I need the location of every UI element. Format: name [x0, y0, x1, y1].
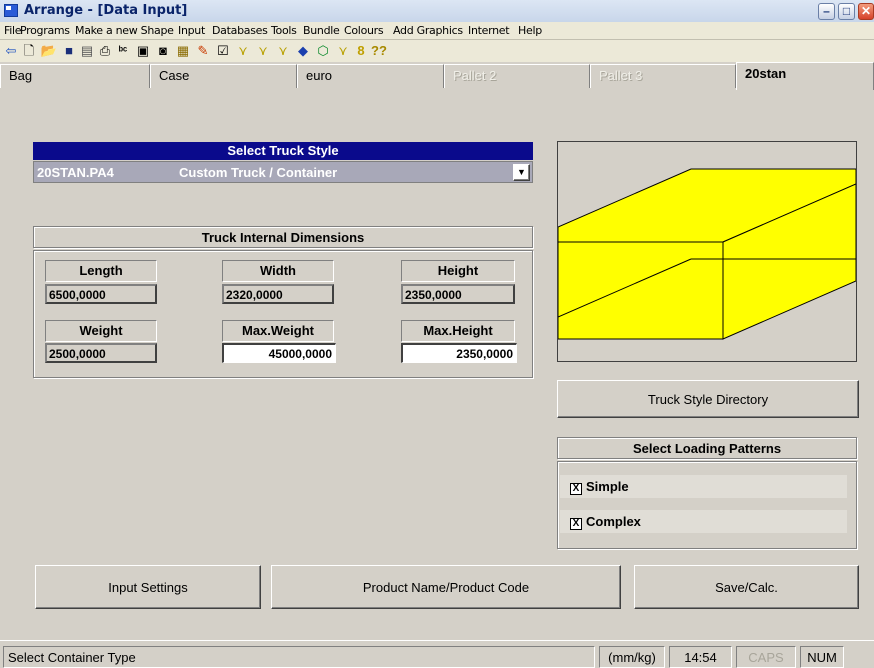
truck-load-icon[interactable]: ⋎ — [234, 42, 252, 60]
help-icon[interactable]: ?? — [370, 42, 388, 60]
close-button[interactable]: ✕ — [858, 3, 874, 20]
status-units: (mm/kg) — [599, 646, 665, 668]
dimensions-header: Truck Internal Dimensions — [33, 226, 533, 248]
product-name-button[interactable]: Product Name/Product Code — [271, 565, 621, 609]
menu-bundle[interactable]: Bundle — [303, 24, 340, 37]
menu-add-graphics[interactable]: Add Graphics — [393, 24, 463, 37]
window-title: Arrange - [Data Input] — [24, 3, 188, 18]
loading-patterns-header: Select Loading Patterns — [557, 437, 857, 459]
simple-checkbox[interactable]: X — [570, 483, 582, 495]
menu-internet[interactable]: Internet — [468, 24, 510, 37]
width-label: Width — [222, 260, 334, 282]
truck-settings-icon[interactable]: ⋎ — [274, 42, 292, 60]
tab-case-label: Case — [159, 68, 190, 83]
height-label: Height — [401, 260, 515, 282]
menu-programs[interactable]: Programs — [20, 24, 70, 37]
max-weight-input[interactable]: 45000,0000 — [222, 343, 336, 363]
graphics-icon[interactable]: ✎ — [194, 42, 212, 60]
back-icon[interactable]: ⇦ — [2, 42, 20, 60]
truck-style-header: Select Truck Style — [33, 142, 533, 160]
title-bar: Arrange - [Data Input] – □ ✕ — [0, 0, 874, 22]
tab-pallet-2-label: Pallet 2 — [453, 68, 497, 83]
tab-bag-label: Bag — [9, 68, 33, 83]
status-message: Select Container Type — [3, 646, 595, 668]
simple-pattern-option[interactable]: X Simple — [560, 475, 847, 498]
book-icon[interactable]: ◆ — [294, 42, 312, 60]
tab-pallet-3-label: Pallet 3 — [599, 68, 643, 83]
status-caps: CAPS — [736, 646, 796, 668]
new-icon[interactable]: 🗋 — [20, 42, 38, 60]
menu-help[interactable]: Help — [518, 24, 542, 37]
max-height-label: Max.Height — [401, 320, 515, 342]
complex-pattern-option[interactable]: X Complex — [560, 510, 847, 533]
document-icon[interactable]: ▣ — [134, 42, 152, 60]
menu-colours[interactable]: Colours — [344, 24, 384, 37]
menu-make-new-shape[interactable]: Make a new Shape — [75, 24, 174, 37]
open-icon[interactable]: 📂 — [40, 42, 58, 60]
tab-20stan[interactable]: 20stan — [736, 62, 874, 90]
tab-bag[interactable]: Bag — [0, 64, 150, 88]
menu-file[interactable]: File — [4, 24, 22, 37]
truck-unload-icon[interactable]: ⋎ — [254, 42, 272, 60]
maximize-icon: □ — [842, 4, 851, 18]
pallets-icon[interactable]: ▦ — [174, 42, 192, 60]
max-height-input[interactable]: 2350,0000 — [401, 343, 517, 363]
save-icon[interactable]: ■ — [60, 42, 78, 60]
toolbar: ⇦ 🗋 📂 ■ ▤ ⎙ ᵇᶜ ▣ ◙ ▦ ✎ ☑ ⋎ ⋎ ⋎ ◆ ⬡ ⋎ 8 ?… — [0, 40, 874, 62]
save-calc-button[interactable]: Save/Calc. — [634, 565, 859, 609]
complex-label: Complex — [586, 514, 641, 529]
tab-case[interactable]: Case — [150, 64, 297, 88]
width-value: 2320,0000 — [222, 284, 334, 304]
tab-pallet-3: Pallet 3 — [590, 64, 736, 88]
truck-box-drawing — [558, 168, 856, 340]
box-icon[interactable]: ⬡ — [314, 42, 332, 60]
length-value: 6500,0000 — [45, 284, 157, 304]
tab-bar: Bag Case euro Pallet 2 Pallet 3 20stan — [0, 62, 874, 90]
calculator-icon[interactable]: ▤ — [78, 42, 96, 60]
input-settings-button[interactable]: Input Settings — [35, 565, 261, 609]
tab-euro[interactable]: euro — [297, 64, 444, 88]
spell-icon[interactable]: ᵇᶜ — [114, 42, 132, 60]
truck-style-directory-button[interactable]: Truck Style Directory — [557, 380, 859, 418]
complex-checkbox[interactable]: X — [570, 518, 582, 530]
close-icon: ✕ — [860, 4, 872, 18]
truck-box-front — [558, 241, 724, 340]
print-icon[interactable]: ⎙ — [96, 42, 114, 60]
tab-pallet-2: Pallet 2 — [444, 64, 590, 88]
camera-icon[interactable]: ◙ — [154, 42, 172, 60]
truck-style-name: Custom Truck / Container — [179, 165, 338, 180]
tab-euro-label: euro — [306, 68, 333, 83]
wizard-icon[interactable]: ⋎ — [334, 42, 352, 60]
simple-label: Simple — [586, 479, 629, 494]
weight-label: Weight — [45, 320, 157, 342]
chevron-down-icon: ▼ — [517, 167, 526, 177]
status-bar: Select Container Type (mm/kg) 14:54 CAPS… — [0, 640, 874, 668]
status-num: NUM — [800, 646, 844, 668]
truck-style-code: 20STAN.PA4 — [37, 165, 114, 180]
max-weight-label: Max.Weight — [222, 320, 334, 342]
properties-icon[interactable]: ☑ — [214, 42, 232, 60]
truck-preview — [557, 141, 857, 362]
number8-icon[interactable]: 8 — [352, 42, 370, 60]
minimize-button[interactable]: – — [818, 3, 835, 20]
minimize-icon: – — [823, 4, 830, 18]
menu-databases[interactable]: Databases — [212, 24, 268, 37]
status-time: 14:54 — [669, 646, 732, 668]
menu-bar: File Programs Make a new Shape Input Dat… — [0, 22, 874, 40]
tab-20stan-label: 20stan — [745, 66, 787, 81]
length-label: Length — [45, 260, 157, 282]
truck-style-select[interactable]: 20STAN.PA4 Custom Truck / Container ▼ — [33, 161, 533, 183]
dropdown-arrow-button[interactable]: ▼ — [513, 164, 530, 181]
maximize-button[interactable]: □ — [838, 3, 855, 20]
height-value: 2350,0000 — [401, 284, 515, 304]
weight-value: 2500,0000 — [45, 343, 157, 363]
menu-tools[interactable]: Tools — [271, 24, 297, 37]
menu-input[interactable]: Input — [178, 24, 205, 37]
app-icon[interactable] — [4, 4, 18, 17]
